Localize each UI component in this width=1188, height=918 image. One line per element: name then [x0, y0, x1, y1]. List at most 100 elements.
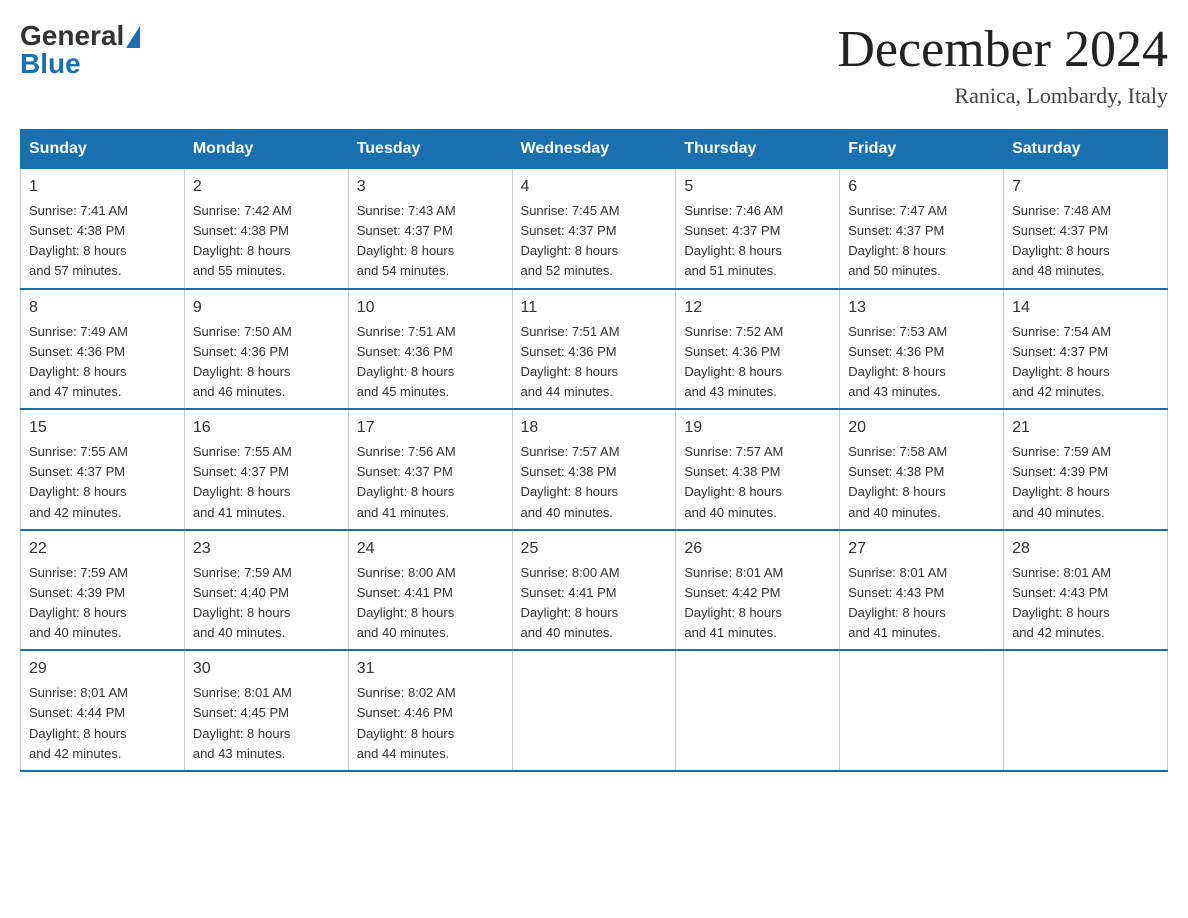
calendar-cell: 3Sunrise: 7:43 AMSunset: 4:37 PMDaylight… [348, 169, 512, 289]
day-info: Sunrise: 8:00 AMSunset: 4:41 PMDaylight:… [357, 563, 504, 644]
day-info: Sunrise: 7:53 AMSunset: 4:36 PMDaylight:… [848, 322, 995, 403]
calendar-cell: 4Sunrise: 7:45 AMSunset: 4:37 PMDaylight… [512, 169, 676, 289]
calendar-week-row: 22Sunrise: 7:59 AMSunset: 4:39 PMDayligh… [21, 530, 1168, 651]
calendar-cell: 24Sunrise: 8:00 AMSunset: 4:41 PMDayligh… [348, 530, 512, 651]
day-number: 28 [1012, 537, 1159, 561]
calendar-cell: 13Sunrise: 7:53 AMSunset: 4:36 PMDayligh… [840, 289, 1004, 410]
day-number: 14 [1012, 296, 1159, 320]
day-number: 23 [193, 537, 340, 561]
logo-blue-text: Blue [20, 48, 81, 80]
day-info: Sunrise: 7:48 AMSunset: 4:37 PMDaylight:… [1012, 201, 1159, 282]
day-info: Sunrise: 7:59 AMSunset: 4:40 PMDaylight:… [193, 563, 340, 644]
calendar-cell: 21Sunrise: 7:59 AMSunset: 4:39 PMDayligh… [1004, 409, 1168, 530]
day-number: 26 [684, 537, 831, 561]
calendar-cell: 1Sunrise: 7:41 AMSunset: 4:38 PMDaylight… [21, 169, 185, 289]
col-tuesday: Tuesday [348, 130, 512, 169]
logo-triangle-icon [126, 26, 140, 48]
day-info: Sunrise: 7:51 AMSunset: 4:36 PMDaylight:… [357, 322, 504, 403]
day-info: Sunrise: 7:46 AMSunset: 4:37 PMDaylight:… [684, 201, 831, 282]
day-number: 9 [193, 296, 340, 320]
calendar-week-row: 15Sunrise: 7:55 AMSunset: 4:37 PMDayligh… [21, 409, 1168, 530]
col-wednesday: Wednesday [512, 130, 676, 169]
day-number: 11 [521, 296, 668, 320]
day-info: Sunrise: 7:42 AMSunset: 4:38 PMDaylight:… [193, 201, 340, 282]
calendar-cell: 28Sunrise: 8:01 AMSunset: 4:43 PMDayligh… [1004, 530, 1168, 651]
day-number: 17 [357, 416, 504, 440]
day-info: Sunrise: 7:55 AMSunset: 4:37 PMDaylight:… [29, 442, 176, 523]
calendar-cell: 18Sunrise: 7:57 AMSunset: 4:38 PMDayligh… [512, 409, 676, 530]
day-number: 15 [29, 416, 176, 440]
calendar-cell: 8Sunrise: 7:49 AMSunset: 4:36 PMDaylight… [21, 289, 185, 410]
calendar-cell: 16Sunrise: 7:55 AMSunset: 4:37 PMDayligh… [184, 409, 348, 530]
col-monday: Monday [184, 130, 348, 169]
calendar-cell: 30Sunrise: 8:01 AMSunset: 4:45 PMDayligh… [184, 650, 348, 771]
calendar-cell: 6Sunrise: 7:47 AMSunset: 4:37 PMDaylight… [840, 169, 1004, 289]
day-info: Sunrise: 7:50 AMSunset: 4:36 PMDaylight:… [193, 322, 340, 403]
day-number: 13 [848, 296, 995, 320]
day-info: Sunrise: 7:43 AMSunset: 4:37 PMDaylight:… [357, 201, 504, 282]
logo: General Blue [20, 20, 140, 80]
day-info: Sunrise: 7:51 AMSunset: 4:36 PMDaylight:… [521, 322, 668, 403]
calendar-header-row: Sunday Monday Tuesday Wednesday Thursday… [21, 130, 1168, 169]
day-info: Sunrise: 7:58 AMSunset: 4:38 PMDaylight:… [848, 442, 995, 523]
calendar-cell: 7Sunrise: 7:48 AMSunset: 4:37 PMDaylight… [1004, 169, 1168, 289]
calendar-cell: 25Sunrise: 8:00 AMSunset: 4:41 PMDayligh… [512, 530, 676, 651]
day-number: 2 [193, 175, 340, 199]
calendar-table: Sunday Monday Tuesday Wednesday Thursday… [20, 129, 1168, 772]
day-info: Sunrise: 7:56 AMSunset: 4:37 PMDaylight:… [357, 442, 504, 523]
day-info: Sunrise: 8:01 AMSunset: 4:44 PMDaylight:… [29, 683, 176, 764]
day-info: Sunrise: 8:00 AMSunset: 4:41 PMDaylight:… [521, 563, 668, 644]
day-number: 6 [848, 175, 995, 199]
day-number: 22 [29, 537, 176, 561]
calendar-cell: 9Sunrise: 7:50 AMSunset: 4:36 PMDaylight… [184, 289, 348, 410]
col-sunday: Sunday [21, 130, 185, 169]
day-info: Sunrise: 7:59 AMSunset: 4:39 PMDaylight:… [1012, 442, 1159, 523]
calendar-cell: 20Sunrise: 7:58 AMSunset: 4:38 PMDayligh… [840, 409, 1004, 530]
day-info: Sunrise: 7:59 AMSunset: 4:39 PMDaylight:… [29, 563, 176, 644]
day-info: Sunrise: 8:01 AMSunset: 4:43 PMDaylight:… [1012, 563, 1159, 644]
title-block: December 2024 Ranica, Lombardy, Italy [837, 20, 1168, 109]
calendar-cell: 12Sunrise: 7:52 AMSunset: 4:36 PMDayligh… [676, 289, 840, 410]
day-info: Sunrise: 7:41 AMSunset: 4:38 PMDaylight:… [29, 201, 176, 282]
calendar-cell [676, 650, 840, 771]
page-header: General Blue December 2024 Ranica, Lomba… [20, 20, 1168, 109]
day-number: 12 [684, 296, 831, 320]
calendar-cell: 2Sunrise: 7:42 AMSunset: 4:38 PMDaylight… [184, 169, 348, 289]
day-info: Sunrise: 7:54 AMSunset: 4:37 PMDaylight:… [1012, 322, 1159, 403]
day-info: Sunrise: 7:57 AMSunset: 4:38 PMDaylight:… [684, 442, 831, 523]
day-number: 25 [521, 537, 668, 561]
day-number: 8 [29, 296, 176, 320]
day-number: 21 [1012, 416, 1159, 440]
month-title: December 2024 [837, 20, 1168, 79]
calendar-cell [512, 650, 676, 771]
day-number: 7 [1012, 175, 1159, 199]
day-info: Sunrise: 7:45 AMSunset: 4:37 PMDaylight:… [521, 201, 668, 282]
day-info: Sunrise: 7:52 AMSunset: 4:36 PMDaylight:… [684, 322, 831, 403]
calendar-cell: 27Sunrise: 8:01 AMSunset: 4:43 PMDayligh… [840, 530, 1004, 651]
calendar-week-row: 29Sunrise: 8:01 AMSunset: 4:44 PMDayligh… [21, 650, 1168, 771]
calendar-cell: 23Sunrise: 7:59 AMSunset: 4:40 PMDayligh… [184, 530, 348, 651]
day-info: Sunrise: 7:47 AMSunset: 4:37 PMDaylight:… [848, 201, 995, 282]
calendar-cell [1004, 650, 1168, 771]
day-number: 20 [848, 416, 995, 440]
calendar-cell: 17Sunrise: 7:56 AMSunset: 4:37 PMDayligh… [348, 409, 512, 530]
calendar-cell: 22Sunrise: 7:59 AMSunset: 4:39 PMDayligh… [21, 530, 185, 651]
day-info: Sunrise: 7:55 AMSunset: 4:37 PMDaylight:… [193, 442, 340, 523]
col-thursday: Thursday [676, 130, 840, 169]
day-number: 18 [521, 416, 668, 440]
calendar-cell: 5Sunrise: 7:46 AMSunset: 4:37 PMDaylight… [676, 169, 840, 289]
day-info: Sunrise: 7:57 AMSunset: 4:38 PMDaylight:… [521, 442, 668, 523]
calendar-week-row: 1Sunrise: 7:41 AMSunset: 4:38 PMDaylight… [21, 169, 1168, 289]
day-info: Sunrise: 8:01 AMSunset: 4:43 PMDaylight:… [848, 563, 995, 644]
day-number: 31 [357, 657, 504, 681]
calendar-cell [840, 650, 1004, 771]
day-number: 1 [29, 175, 176, 199]
calendar-cell: 31Sunrise: 8:02 AMSunset: 4:46 PMDayligh… [348, 650, 512, 771]
day-number: 4 [521, 175, 668, 199]
day-number: 19 [684, 416, 831, 440]
calendar-cell: 15Sunrise: 7:55 AMSunset: 4:37 PMDayligh… [21, 409, 185, 530]
day-info: Sunrise: 8:01 AMSunset: 4:42 PMDaylight:… [684, 563, 831, 644]
calendar-cell: 11Sunrise: 7:51 AMSunset: 4:36 PMDayligh… [512, 289, 676, 410]
day-number: 24 [357, 537, 504, 561]
day-number: 3 [357, 175, 504, 199]
